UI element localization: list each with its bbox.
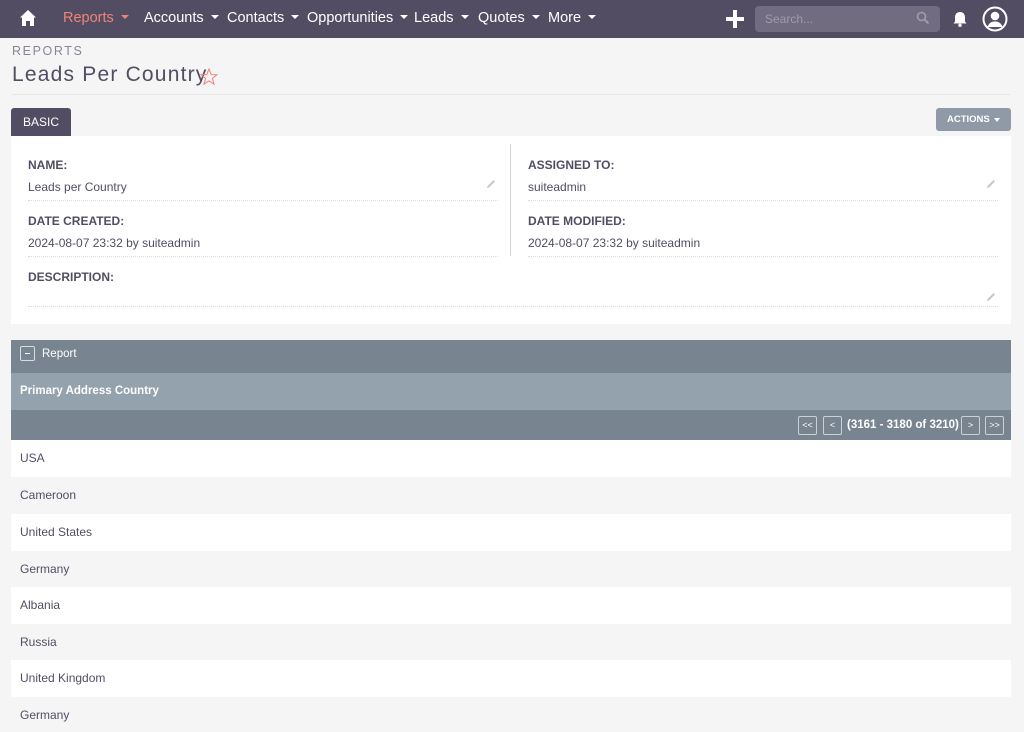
nav-opportunities[interactable]: Opportunities (307, 0, 409, 38)
field-separator (28, 256, 498, 257)
description-label: DESCRIPTION: (28, 270, 115, 284)
table-row: Albania (11, 587, 1011, 624)
table-row: United Kingdom (11, 660, 1011, 697)
search-input[interactable] (755, 6, 940, 32)
last-page-button[interactable]: >> (985, 416, 1004, 435)
nav-reports[interactable]: Reports (63, 0, 129, 38)
chevron-down-icon (400, 15, 409, 20)
nav-accounts-label: Accounts (144, 10, 204, 26)
search-icon[interactable] (916, 11, 930, 25)
bell-icon[interactable] (951, 10, 969, 28)
table-row: Germany (11, 551, 1011, 588)
column-header-country[interactable]: Primary Address Country (20, 385, 159, 397)
nav-contacts-label: Contacts (227, 10, 285, 26)
date-modified-label: DATE MODIFIED: (528, 214, 626, 228)
nav-opportunities-label: Opportunities (307, 10, 394, 26)
field-separator (528, 200, 998, 201)
actions-button[interactable]: ACTIONS (936, 108, 1011, 131)
date-modified-value: 2024-08-07 23:32 by suiteadmin (528, 236, 701, 250)
nav-contacts[interactable]: Contacts (227, 0, 300, 38)
edit-pencil-icon[interactable] (985, 178, 997, 190)
date-created-value: 2024-08-07 23:32 by suiteadmin (28, 236, 201, 250)
report-panel-title: Report (42, 348, 77, 360)
pagination-bar: << < (3161 - 3180 of 3210) > >> (11, 410, 1011, 440)
column-divider (510, 144, 511, 256)
chevron-down-icon (210, 15, 219, 20)
table-row: Russia (11, 624, 1011, 661)
field-separator (28, 200, 498, 201)
nav-leads-label: Leads (414, 10, 454, 26)
nav-more-label: More (548, 10, 582, 26)
date-created-label: DATE CREATED: (28, 214, 125, 228)
nav-leads[interactable]: Leads (414, 0, 469, 38)
chevron-down-icon (291, 15, 300, 20)
next-page-button[interactable]: > (961, 416, 980, 435)
favorite-star-icon[interactable] (199, 67, 219, 87)
name-label: NAME: (28, 158, 68, 172)
table-row: Cameroon (11, 477, 1011, 514)
chevron-down-icon (994, 118, 1000, 122)
name-value: Leads per Country (28, 180, 127, 194)
field-separator (528, 256, 998, 257)
table-row: USA (11, 440, 1011, 477)
chevron-down-icon (531, 15, 540, 20)
table-row: Germany (11, 697, 1011, 732)
user-avatar-icon[interactable] (982, 6, 1008, 32)
pagination-range: (3161 - 3180 of 3210) (847, 419, 959, 431)
column-header: Primary Address Country (11, 373, 1011, 410)
chevron-down-icon (120, 15, 129, 20)
module-label: REPORTS (12, 44, 84, 58)
create-plus-icon[interactable] (726, 10, 744, 28)
chevron-down-icon (460, 15, 469, 20)
assigned-to-label: ASSIGNED TO: (528, 158, 615, 172)
prev-page-button[interactable]: < (823, 416, 842, 435)
table-row: United States (11, 514, 1011, 551)
first-page-button[interactable]: << (798, 416, 817, 435)
field-separator (28, 306, 998, 307)
home-icon[interactable] (19, 9, 37, 27)
edit-pencil-icon[interactable] (485, 178, 497, 190)
edit-pencil-icon[interactable] (985, 291, 997, 303)
nav-more[interactable]: More (548, 0, 597, 38)
divider (12, 94, 1010, 95)
nav-quotes[interactable]: Quotes (478, 0, 540, 38)
nav-accounts[interactable]: Accounts (144, 0, 219, 38)
page-title: Leads Per Country (12, 63, 208, 86)
detail-panel: NAME: Leads per Country ASSIGNED TO: sui… (11, 136, 1011, 324)
chevron-down-icon (588, 15, 597, 20)
report-panel-header[interactable]: Report (11, 340, 1011, 373)
assigned-to-value: suiteadmin (528, 180, 587, 194)
actions-label: ACTIONS (947, 114, 990, 125)
tab-basic[interactable]: BASIC (11, 108, 71, 136)
nav-reports-label: Reports (63, 10, 114, 26)
nav-quotes-label: Quotes (478, 10, 525, 26)
collapse-minus-icon[interactable] (20, 346, 35, 361)
top-nav: Reports Accounts Contacts Opportunities … (0, 0, 1024, 38)
